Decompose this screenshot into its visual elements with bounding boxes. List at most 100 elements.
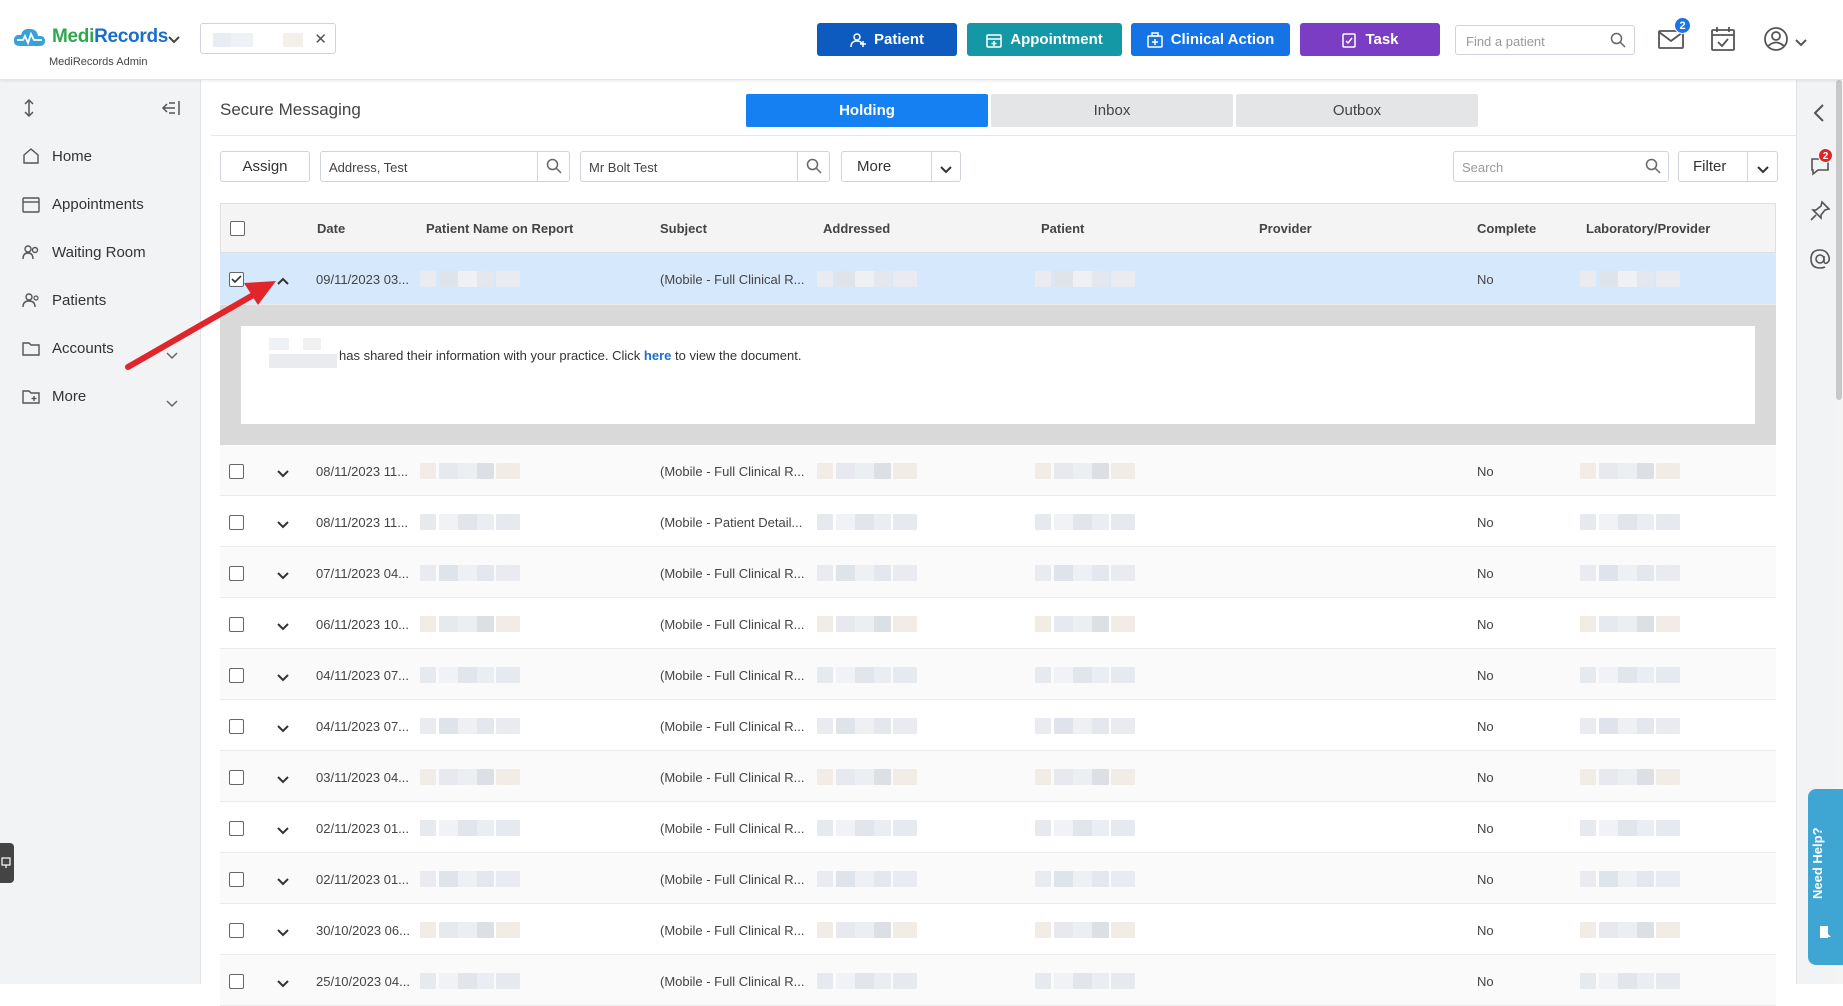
column-header-addressed[interactable]: Addressed (823, 221, 890, 236)
tab-inbox[interactable]: Inbox (991, 94, 1233, 127)
row-checkbox[interactable] (229, 566, 244, 581)
user-account-icon[interactable] (1763, 26, 1789, 57)
column-header-laboratory-provider[interactable]: Laboratory/Provider (1586, 221, 1710, 236)
column-header-subject[interactable]: Subject (660, 221, 707, 236)
table-row[interactable]: 02/11/2023 01... (Mobile - Full Clinical … (220, 802, 1776, 853)
column-header-date[interactable]: Date (317, 221, 345, 236)
chevron-down-icon[interactable] (277, 721, 289, 736)
row-checkbox[interactable] (229, 821, 244, 836)
column-header-patient[interactable]: Patient (1041, 221, 1084, 236)
need-help-button[interactable]: Need Help? (1808, 789, 1843, 965)
column-header-complete[interactable]: Complete (1477, 221, 1536, 236)
more-dropdown[interactable]: More (841, 151, 961, 182)
table-row[interactable]: 08/11/2023 11... (Mobile - Full Clinical … (220, 445, 1776, 496)
find-patient-input[interactable]: Find a patient (1455, 25, 1635, 55)
select-all-checkbox[interactable] (230, 221, 245, 236)
table-row[interactable]: 02/11/2023 01... (Mobile - Full Clinical … (220, 853, 1776, 904)
feedback-tab[interactable] (0, 843, 14, 883)
table-row[interactable]: 03/11/2023 04... (Mobile - Full Clinical … (220, 751, 1776, 802)
chevron-down-icon[interactable] (277, 772, 289, 787)
sidebar-item-accounts[interactable]: Accounts (22, 339, 114, 357)
pin-icon[interactable] (1809, 200, 1831, 227)
chevron-down-icon[interactable] (277, 823, 289, 838)
chevron-down-icon[interactable] (277, 466, 289, 481)
sidebar-item-label: Appointments (52, 195, 144, 213)
brand-logo[interactable]: MediRecords (12, 26, 168, 48)
search-icon[interactable] (546, 158, 562, 177)
row-checkbox[interactable] (229, 515, 244, 530)
search-icon[interactable] (1645, 158, 1661, 177)
row-date: 08/11/2023 11... (316, 515, 409, 530)
chevron-down-icon[interactable] (277, 670, 289, 685)
filter-dropdown[interactable]: Filter (1678, 151, 1778, 182)
assign-button[interactable]: Assign (220, 151, 310, 182)
row-checkbox[interactable] (229, 464, 244, 479)
clinical-action-button[interactable]: Clinical Action (1131, 23, 1290, 56)
row-checkbox[interactable] (229, 872, 244, 887)
column-header-provider[interactable]: Provider (1259, 221, 1312, 236)
row-checkbox[interactable] (229, 719, 244, 734)
table-row[interactable]: 06/11/2023 10... (Mobile - Full Clinical … (220, 598, 1776, 649)
chevron-down-icon[interactable] (166, 395, 178, 413)
chevron-down-icon[interactable] (1757, 162, 1769, 179)
close-icon[interactable]: ✕ (314, 30, 327, 48)
search-icon[interactable] (1610, 32, 1626, 51)
row-checkbox[interactable] (229, 770, 244, 785)
expand-vertical-icon[interactable] (22, 98, 36, 123)
sidebar-item-home[interactable]: Home (22, 147, 92, 165)
new-task-button[interactable]: Task (1300, 23, 1440, 56)
redacted-text (420, 973, 436, 989)
redacted-text (817, 616, 833, 632)
chat-badge: 2 (1818, 148, 1833, 163)
table-row[interactable]: 04/11/2023 07... (Mobile - Full Clinical … (220, 700, 1776, 751)
row-date: 30/10/2023 06... (316, 923, 410, 938)
chevron-down-icon[interactable] (277, 568, 289, 583)
chevron-left-icon[interactable] (1813, 104, 1825, 127)
table-row[interactable]: 30/10/2023 06... (Mobile - Full Clinical … (220, 904, 1776, 955)
chevron-down-icon[interactable] (277, 619, 289, 634)
address-search-input[interactable]: Address, Test (320, 151, 570, 182)
table-row[interactable]: 09/11/2023 03... (Mobile - Full Clinical … (220, 253, 1776, 305)
redacted-text (1035, 667, 1051, 683)
table-row[interactable]: 08/11/2023 11... (Mobile - Patient Detail… (220, 496, 1776, 547)
row-checkbox[interactable] (229, 272, 244, 287)
chevron-down-icon[interactable] (277, 874, 289, 889)
search-icon[interactable] (806, 158, 822, 177)
calendar-check-icon[interactable] (1711, 26, 1735, 57)
tab-holding[interactable]: Holding (746, 94, 988, 127)
row-checkbox[interactable] (229, 617, 244, 632)
redacted-text (420, 565, 436, 581)
chevron-down-icon[interactable] (168, 32, 180, 50)
sidebar-item-appointments[interactable]: Appointments (22, 195, 144, 213)
sidebar-item-patients[interactable]: Patients (22, 291, 106, 309)
chevron-down-icon[interactable] (166, 347, 178, 365)
redacted-text (893, 667, 917, 683)
chevron-down-icon[interactable] (1795, 35, 1807, 53)
search-input[interactable]: Search (1453, 151, 1669, 182)
chevron-up-icon[interactable] (277, 274, 289, 289)
table-row[interactable]: 07/11/2023 04... (Mobile - Full Clinical … (220, 547, 1776, 598)
row-checkbox[interactable] (229, 923, 244, 938)
at-mention-icon[interactable] (1809, 248, 1831, 275)
row-checkbox[interactable] (229, 668, 244, 683)
new-patient-button[interactable]: Patient (817, 23, 957, 56)
active-patient-chip[interactable]: ✕ (200, 23, 336, 54)
chevron-down-icon[interactable] (277, 925, 289, 940)
table-row[interactable]: 25/10/2023 04... (Mobile - Full Clinical … (220, 955, 1776, 1006)
chevron-down-icon[interactable] (277, 517, 289, 532)
tab-outbox[interactable]: Outbox (1236, 94, 1478, 127)
redacted-text (1580, 820, 1596, 836)
collapse-sidebar-icon[interactable] (160, 100, 180, 121)
table-row[interactable]: 04/11/2023 07... (Mobile - Full Clinical … (220, 649, 1776, 700)
scrollbar-thumb[interactable] (1836, 80, 1842, 400)
column-header-patient-name[interactable]: Patient Name on Report (426, 221, 573, 236)
chevron-down-icon[interactable] (940, 162, 952, 179)
view-document-link[interactable]: here (644, 348, 671, 363)
patient-search-input[interactable]: Mr Bolt Test (580, 151, 830, 182)
redacted-text (477, 565, 494, 581)
row-checkbox[interactable] (229, 974, 244, 989)
new-appointment-button[interactable]: Appointment (967, 23, 1122, 56)
sidebar-item-more[interactable]: More (22, 387, 86, 405)
redacted-text (855, 769, 875, 785)
sidebar-item-waiting-room[interactable]: Waiting Room (22, 243, 146, 261)
